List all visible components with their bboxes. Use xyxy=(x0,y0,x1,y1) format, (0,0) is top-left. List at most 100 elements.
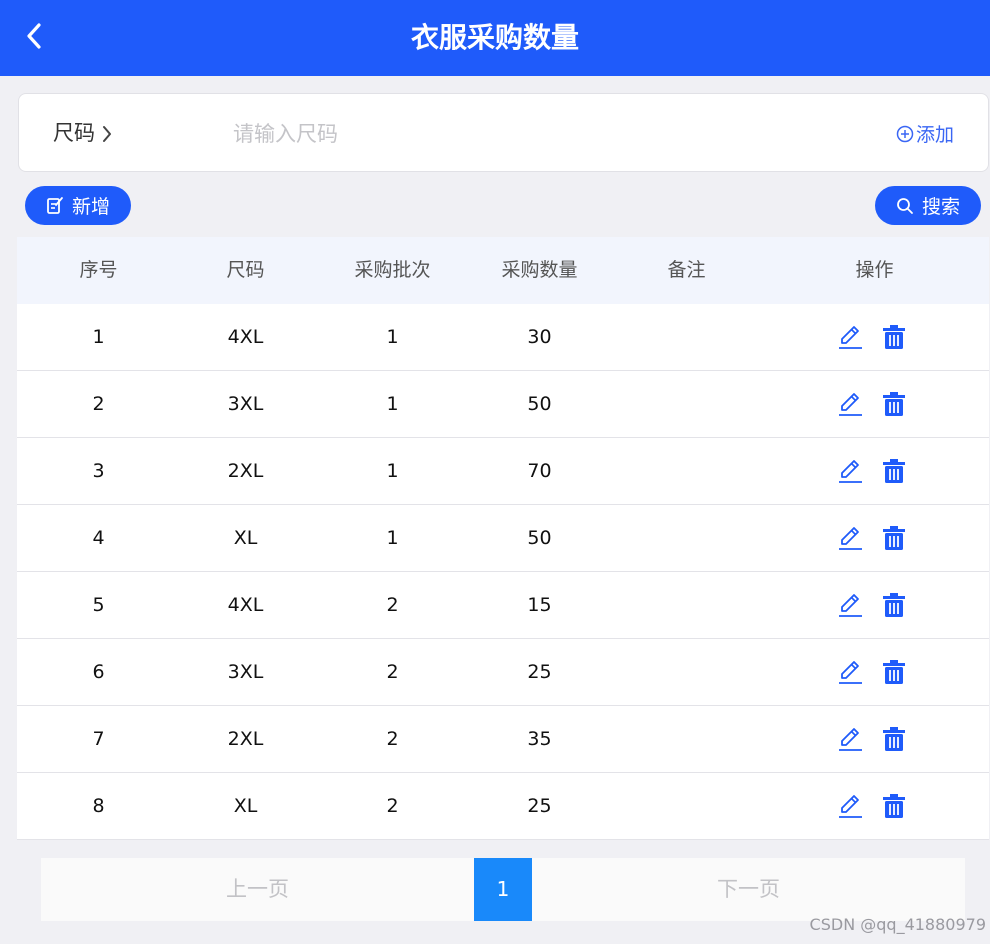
column-header-batch: 采购批次 xyxy=(354,259,431,281)
size-input-card: 尺码 添加 xyxy=(18,93,989,172)
cell-index: 5 xyxy=(92,594,105,616)
search-button[interactable]: 搜索 xyxy=(875,186,981,225)
cell-size: XL xyxy=(233,795,258,817)
table-row: 6 3XL 2 25 xyxy=(17,639,989,706)
cell-batch: 2 xyxy=(386,795,399,817)
prev-page-button[interactable]: 上一页 xyxy=(41,858,474,921)
row-actions xyxy=(836,457,908,485)
column-header-quantity: 采购数量 xyxy=(501,259,578,281)
size-label-text: 尺码 xyxy=(53,121,95,145)
plus-circle-icon xyxy=(896,125,914,142)
size-input[interactable] xyxy=(233,114,833,154)
column-header-actions: 操作 xyxy=(855,259,894,281)
column-header-index: 序号 xyxy=(79,259,118,281)
cell-batch: 1 xyxy=(386,527,399,549)
edit-icon[interactable] xyxy=(836,457,864,485)
cell-note xyxy=(613,304,760,371)
table-body: 1 4XL 1 30 2 3XL 1 50 3 2XL 1 70 4 XL 1 xyxy=(17,304,989,840)
cell-index: 4 xyxy=(92,527,105,549)
page-title: 衣服采购数量 xyxy=(410,21,579,54)
delete-icon[interactable] xyxy=(880,658,908,686)
pagination: 上一页 1 下一页 xyxy=(41,858,965,921)
watermark: CSDN @qq_41880979 xyxy=(809,915,986,934)
column-header-size: 尺码 xyxy=(226,259,265,281)
cell-index: 6 xyxy=(92,661,105,683)
add-size-label: 添加 xyxy=(915,124,954,146)
edit-icon[interactable] xyxy=(836,792,864,820)
cell-note xyxy=(613,371,760,438)
app-header: 衣服采购数量 xyxy=(0,0,990,76)
search-button-label: 搜索 xyxy=(921,196,960,218)
edit-icon[interactable] xyxy=(836,323,864,351)
row-actions xyxy=(836,524,908,552)
cell-size: 3XL xyxy=(227,393,264,415)
delete-icon[interactable] xyxy=(880,323,908,351)
new-button-label: 新增 xyxy=(71,196,110,218)
chevron-right-icon xyxy=(103,125,111,142)
column-header-note: 备注 xyxy=(667,259,706,281)
cell-quantity: 25 xyxy=(527,795,552,817)
size-field-label: 尺码 xyxy=(53,94,113,173)
cell-quantity: 50 xyxy=(527,393,552,415)
edit-icon[interactable] xyxy=(836,658,864,686)
cell-batch: 1 xyxy=(386,326,399,348)
cell-quantity: 70 xyxy=(527,460,552,482)
row-actions xyxy=(836,658,908,686)
table-row: 5 4XL 2 15 xyxy=(17,572,989,639)
cell-quantity: 35 xyxy=(527,728,552,750)
cell-index: 3 xyxy=(92,460,105,482)
cell-size: 4XL xyxy=(227,326,264,348)
cell-note xyxy=(613,438,760,505)
cell-quantity: 25 xyxy=(527,661,552,683)
cell-index: 2 xyxy=(92,393,105,415)
table-header: 序号 尺码 采购批次 采购数量 备注 操作 xyxy=(17,237,989,304)
delete-icon[interactable] xyxy=(880,792,908,820)
row-actions xyxy=(836,792,908,820)
cell-quantity: 15 xyxy=(527,594,552,616)
search-icon xyxy=(897,197,913,214)
delete-icon[interactable] xyxy=(880,390,908,418)
table-row: 4 XL 1 50 xyxy=(17,505,989,572)
cell-batch: 2 xyxy=(386,661,399,683)
current-page-button[interactable]: 1 xyxy=(474,858,532,921)
cell-batch: 2 xyxy=(386,728,399,750)
cell-note xyxy=(613,706,760,773)
cell-size: 2XL xyxy=(227,460,264,482)
delete-icon[interactable] xyxy=(880,591,908,619)
next-page-button[interactable]: 下一页 xyxy=(532,858,965,921)
cell-batch: 1 xyxy=(386,393,399,415)
cell-index: 8 xyxy=(92,795,105,817)
delete-icon[interactable] xyxy=(880,524,908,552)
row-actions xyxy=(836,591,908,619)
new-button[interactable]: 新增 xyxy=(25,186,131,225)
cell-size: 3XL xyxy=(227,661,264,683)
table-row: 2 3XL 1 50 xyxy=(17,371,989,438)
cell-note xyxy=(613,773,760,840)
add-size-button[interactable]: 添加 xyxy=(896,94,954,173)
cell-size: 4XL xyxy=(227,594,264,616)
row-actions xyxy=(836,323,908,351)
cell-batch: 2 xyxy=(386,594,399,616)
delete-icon[interactable] xyxy=(880,725,908,753)
cell-batch: 1 xyxy=(386,460,399,482)
cell-index: 7 xyxy=(92,728,105,750)
table-row: 8 XL 2 25 xyxy=(17,773,989,840)
table-row: 1 4XL 1 30 xyxy=(17,304,989,371)
edit-icon[interactable] xyxy=(836,524,864,552)
table-row: 3 2XL 1 70 xyxy=(17,438,989,505)
edit-icon[interactable] xyxy=(836,725,864,753)
cell-note xyxy=(613,572,760,639)
edit-document-icon xyxy=(47,196,63,214)
row-actions xyxy=(836,390,908,418)
cell-note xyxy=(613,505,760,572)
cell-note xyxy=(613,639,760,706)
edit-icon[interactable] xyxy=(836,390,864,418)
table-row: 7 2XL 2 35 xyxy=(17,706,989,773)
cell-size: XL xyxy=(233,527,258,549)
delete-icon[interactable] xyxy=(880,457,908,485)
cell-index: 1 xyxy=(92,326,105,348)
edit-icon[interactable] xyxy=(836,591,864,619)
cell-quantity: 50 xyxy=(527,527,552,549)
cell-quantity: 30 xyxy=(527,326,552,348)
cell-size: 2XL xyxy=(227,728,264,750)
